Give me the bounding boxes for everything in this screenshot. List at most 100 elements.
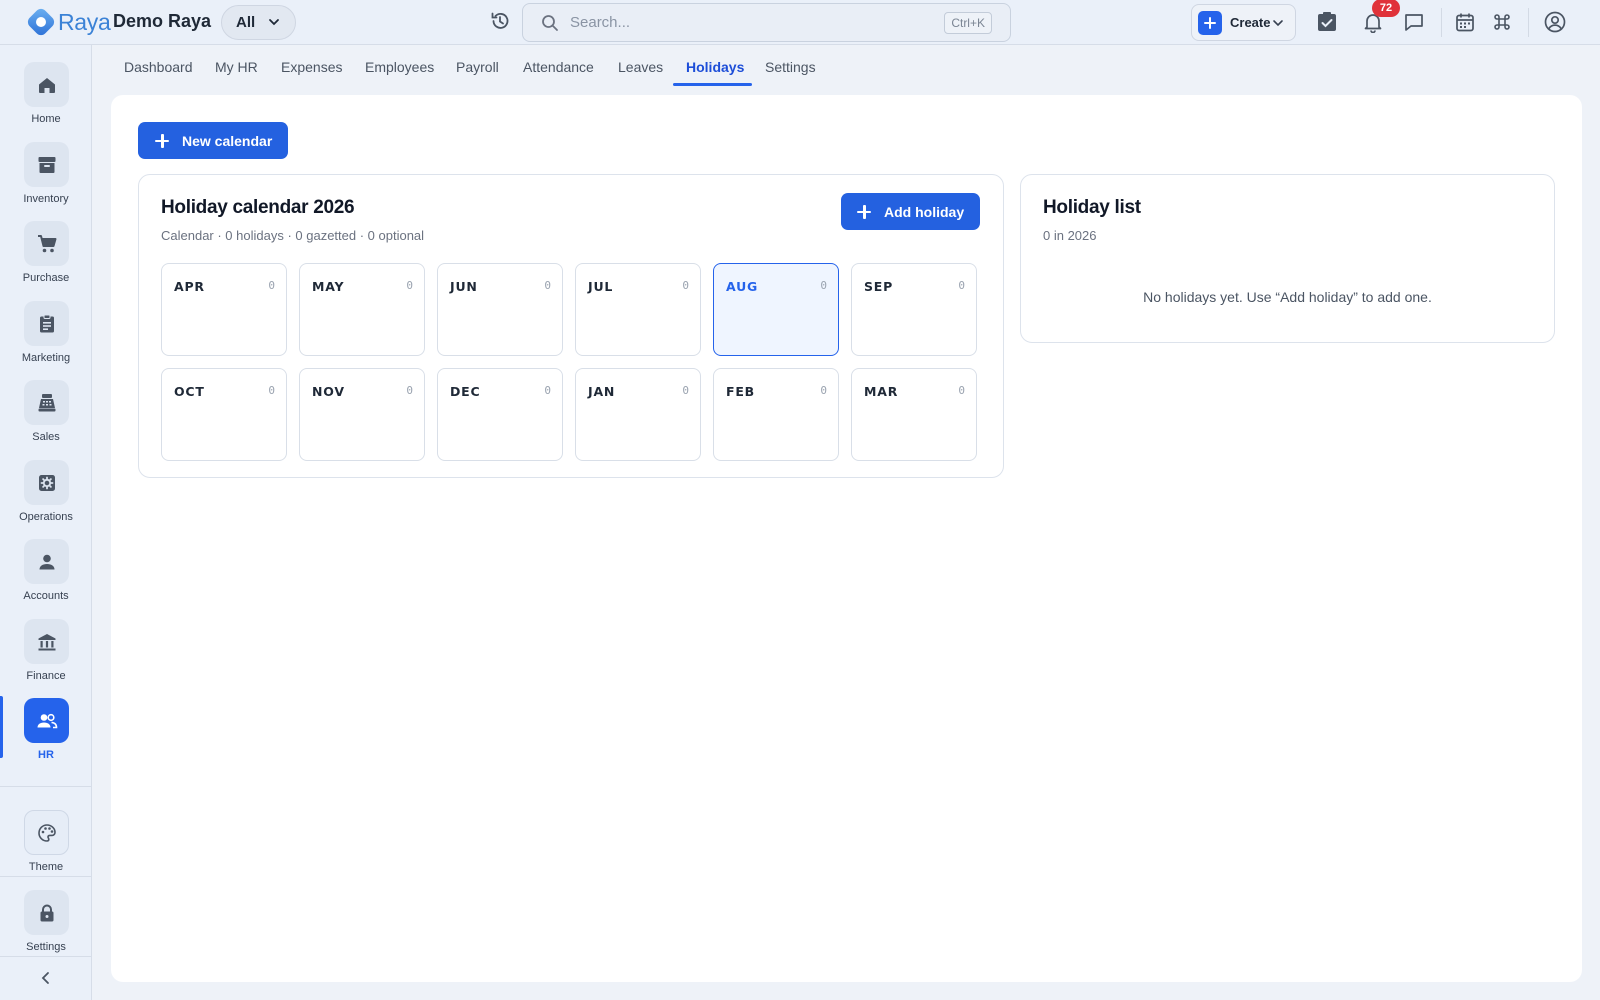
sidebar-item-label: HR [38,749,54,761]
tab-my-hr[interactable]: My HR [215,59,258,87]
month-card-mar[interactable]: MAR 0 [851,368,977,461]
active-tab-indicator [673,83,752,86]
divider [0,876,92,877]
plus-icon [155,133,169,148]
month-name: FEB [726,384,756,399]
month-name: MAY [312,279,345,294]
sidebar-item-label: Operations [19,511,73,523]
month-name: OCT [174,384,205,399]
home-icon [24,62,69,107]
people-icon [24,698,69,743]
scope-select[interactable]: All [221,5,296,40]
calendar-icon[interactable] [1452,9,1478,35]
chat-icon[interactable] [1401,9,1427,35]
plus-icon [1198,10,1222,35]
month-card-nov[interactable]: NOV 0 [299,368,425,461]
month-card-feb[interactable]: FEB 0 [713,368,839,461]
tab-employees[interactable]: Employees [365,59,434,87]
month-name: JUN [450,279,478,294]
register-icon [24,380,69,425]
sidebar-item-label: Sales [32,431,60,443]
sidebar-item-label: Finance [26,670,66,682]
month-count: 0 [406,384,413,397]
sidebar-item-hr[interactable]: HR [0,696,92,772]
month-name: AUG [726,279,759,294]
lock-icon [24,890,69,935]
month-card-may[interactable]: MAY 0 [299,263,425,356]
add-holiday-label: Add holiday [884,203,965,220]
sidebar-item-marketing[interactable]: Marketing [0,301,92,375]
collapse-sidebar-icon[interactable] [36,968,56,993]
sidebar-item-label: Accounts [23,590,69,602]
sidebar-item-home[interactable]: Home [0,62,92,136]
divider [1441,8,1442,37]
tab-expenses[interactable]: Expenses [281,59,342,87]
tab-leaves[interactable]: Leaves [618,59,663,87]
plus-icon [857,204,871,219]
create-label: Create [1230,15,1271,30]
notification-badge: 72 [1372,0,1400,17]
month-name: DEC [450,384,481,399]
sidebar-item-finance[interactable]: Finance [0,619,92,693]
add-holiday-button[interactable]: Add holiday [841,193,980,230]
sidebar-item-inventory[interactable]: Inventory [0,142,92,216]
sidebar-item-label: Marketing [21,352,71,364]
month-card-oct[interactable]: OCT 0 [161,368,287,461]
module-tabs: Dashboard My HR Expenses Employees Payro… [92,45,1600,87]
sidebar-item-sales[interactable]: Sales [0,380,92,454]
month-name: APR [174,279,205,294]
month-card-jan[interactable]: JAN 0 [575,368,701,461]
sidebar-item-label: Inventory [23,193,69,205]
month-count: 0 [268,279,275,292]
month-name: MAR [864,384,899,399]
month-name: NOV [312,384,345,399]
month-count: 0 [820,279,827,292]
divider [0,786,92,787]
tasks-icon[interactable] [1314,9,1340,35]
search-placeholder: Search... [570,14,631,31]
archive-icon [24,142,69,187]
sidebar: Home Inventory Purchase Marketing Sales … [0,45,92,1000]
clipboard-icon [24,301,69,346]
month-count: 0 [682,279,689,292]
sidebar-item-label: Theme [28,861,64,873]
sidebar-item-operations[interactable]: Operations [0,460,92,534]
sidebar-item-settings[interactable]: Settings [0,890,92,964]
tab-payroll[interactable]: Payroll [456,59,499,87]
create-button[interactable]: Create [1191,4,1296,41]
divider [0,956,92,957]
sidebar-item-label: Purchase [22,272,70,284]
search-input[interactable]: Search... Ctrl+K [522,3,1011,42]
sidebar-item-accounts[interactable]: Accounts [0,539,92,613]
history-icon[interactable] [489,10,511,37]
main-content: New calendar Holiday calendar 2026 Calen… [111,95,1582,982]
calendar-title: Holiday calendar 2026 [161,197,355,218]
sidebar-item-theme[interactable]: Theme [0,810,92,884]
new-calendar-button[interactable]: New calendar [138,122,288,159]
month-card-aug[interactable]: AUG 0 [713,263,839,356]
divider [1528,8,1529,37]
month-card-sep[interactable]: SEP 0 [851,263,977,356]
palette-icon [24,810,69,855]
month-card-apr[interactable]: APR 0 [161,263,287,356]
brand-logo[interactable]: Raya [26,7,111,37]
month-count: 0 [406,279,413,292]
chevron-down-icon [1273,20,1283,27]
month-count: 0 [682,384,689,397]
command-icon[interactable] [1489,9,1515,35]
month-card-dec[interactable]: DEC 0 [437,368,563,461]
month-count: 0 [820,384,827,397]
holiday-list-title: Holiday list [1043,197,1141,218]
tab-settings[interactable]: Settings [765,59,816,87]
user-account-icon[interactable] [1542,9,1568,35]
sidebar-item-purchase[interactable]: Purchase [0,221,92,295]
tab-dashboard[interactable]: Dashboard [124,59,193,87]
org-name: Demo Raya [113,11,212,31]
logo-mark-icon [26,7,56,37]
month-card-jun[interactable]: JUN 0 [437,263,563,356]
month-card-jul[interactable]: JUL 0 [575,263,701,356]
tab-attendance[interactable]: Attendance [523,59,594,87]
cart-icon [24,221,69,266]
month-count: 0 [268,384,275,397]
holiday-calendar-panel: Holiday calendar 2026 Calendar · 0 holid… [138,174,1004,478]
